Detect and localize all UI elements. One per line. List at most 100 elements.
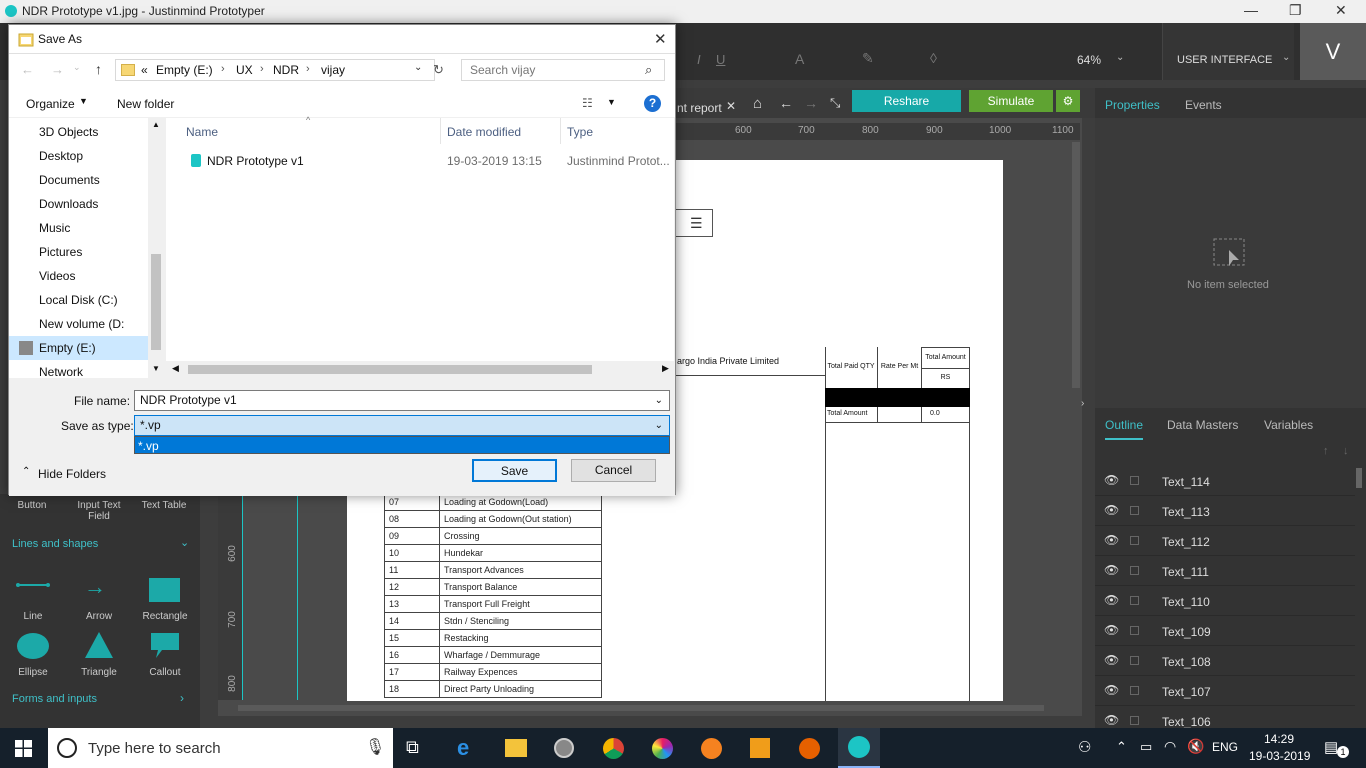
back-arrow-icon[interactable]: ← (21, 62, 34, 77)
close-app-icon[interactable]: ✕ (1335, 2, 1347, 19)
justinmind-taskbar-item[interactable] (838, 728, 880, 768)
avatar[interactable]: V (1300, 23, 1366, 80)
column-name[interactable]: Name (186, 125, 218, 139)
refresh-icon[interactable]: ↻ (433, 62, 444, 78)
address-dropdown-icon[interactable]: ⌄ (414, 62, 422, 73)
tree-item[interactable]: Local Disk (C:) (39, 288, 157, 312)
collapse-panel-icon[interactable]: › (1081, 398, 1084, 409)
breadcrumb-item[interactable]: vijay (321, 63, 345, 77)
italic-icon[interactable]: I (697, 52, 701, 67)
lock-checkbox[interactable] (1130, 626, 1139, 635)
widget-input-text-field[interactable]: Input Text Field (72, 500, 126, 522)
ellipse-shape-icon[interactable] (17, 633, 49, 659)
wifi-icon[interactable]: ◠ (1164, 738, 1176, 755)
simulate-button[interactable]: Simulate (969, 90, 1053, 112)
simulate-settings-gear-icon[interactable]: ⚙ (1056, 90, 1080, 112)
file-h-scrollbar[interactable]: ◀ ▶ (166, 361, 674, 378)
battery-icon[interactable]: ▭ (1140, 739, 1152, 755)
column-type[interactable]: Type (567, 125, 593, 139)
tree-item[interactable]: Music (39, 216, 157, 240)
microphone-icon[interactable]: 🎙 (365, 737, 385, 757)
save-button[interactable]: Save (472, 459, 557, 482)
scroll-left-icon[interactable]: ◀ (172, 363, 179, 374)
eye-icon[interactable]: 👁 (1104, 503, 1119, 517)
tree-item[interactable]: 3D Objects (39, 120, 157, 144)
help-icon[interactable]: ? (644, 95, 661, 112)
outline-item[interactable]: 👁 Text_108 (1095, 646, 1355, 676)
lock-checkbox[interactable] (1130, 476, 1139, 485)
breadcrumb-item[interactable]: Empty (E:) (156, 63, 213, 77)
fill-icon[interactable]: ◊ (930, 50, 937, 66)
move-up-icon[interactable]: ↑ (1323, 445, 1329, 457)
tree-item[interactable]: Empty (E:) (9, 336, 157, 360)
widget-button[interactable]: Button (10, 500, 54, 511)
column-date-modified[interactable]: Date modified (447, 125, 521, 139)
eye-icon[interactable]: 👁 (1104, 593, 1119, 607)
task-view-icon[interactable]: ⧉ (406, 737, 419, 758)
section-forms-inputs[interactable]: Forms and inputs › (0, 690, 200, 710)
lock-checkbox[interactable] (1130, 506, 1139, 515)
reshare-button[interactable]: Reshare (852, 90, 961, 112)
outline-item[interactable]: 👁 Text_112 (1095, 526, 1355, 556)
scroll-right-icon[interactable]: ▶ (662, 363, 669, 374)
tray-expand-icon[interactable]: ⌃ (1116, 739, 1127, 755)
chrome-icon[interactable] (603, 738, 624, 759)
tree-item[interactable]: Pictures (39, 240, 157, 264)
section-lines-shapes[interactable]: Lines and shapes ⌄ (0, 534, 200, 554)
tree-item[interactable]: New volume (D: (39, 312, 157, 336)
move-down-icon[interactable]: ↓ (1343, 445, 1349, 457)
search-input[interactable]: Search vijay ⌕ (461, 59, 665, 81)
up-arrow-icon[interactable]: ↑ (95, 61, 102, 77)
perspective-selector[interactable]: USER INTERFACE ⌄ (1162, 23, 1294, 80)
tab-events[interactable]: Events (1185, 98, 1222, 112)
breadcrumb-overflow[interactable]: « (141, 63, 148, 77)
lock-checkbox[interactable] (1130, 656, 1139, 665)
scroll-thumb[interactable] (151, 254, 161, 350)
file-name-field[interactable]: NDR Prototype v1 ⌄ (134, 390, 670, 411)
breadcrumb-item[interactable]: NDR (273, 63, 299, 77)
widget-text-table[interactable]: Text Table (140, 500, 188, 511)
save-as-type-select[interactable]: *.vp ⌄ (134, 415, 670, 436)
view-options-icon[interactable]: ☷ (582, 96, 593, 110)
outline-item[interactable]: 👁 Text_114 (1095, 466, 1355, 496)
language-indicator[interactable]: ENG (1212, 740, 1238, 754)
firefox-icon[interactable] (799, 738, 820, 759)
volume-icon[interactable]: 🔇 (1187, 738, 1204, 755)
outline-item[interactable]: 👁 Text_111 (1095, 556, 1355, 586)
font-color-icon[interactable]: A (795, 51, 804, 67)
scroll-thumb[interactable] (188, 365, 592, 374)
file-row[interactable]: NDR Prototype v1 19-03-2019 13:15 Justin… (186, 150, 674, 172)
tree-item[interactable]: Desktop (39, 144, 157, 168)
lock-checkbox[interactable] (1130, 686, 1139, 695)
file-explorer-icon[interactable] (505, 739, 527, 757)
canvas-h-scrollbar[interactable] (238, 705, 1044, 711)
eye-icon[interactable]: 👁 (1104, 563, 1119, 577)
zoom-level[interactable]: 64% (1077, 53, 1101, 67)
clock-time[interactable]: 14:29 (1264, 732, 1294, 746)
outline-item[interactable]: 👁 Text_109 (1095, 616, 1355, 646)
back-arrow-icon[interactable]: ← (779, 95, 793, 111)
action-center-icon[interactable]: ▤ (1324, 738, 1338, 756)
home-icon[interactable]: ⌂ (753, 95, 762, 112)
eye-icon[interactable]: 👁 (1104, 533, 1119, 547)
lock-checkbox[interactable] (1130, 566, 1139, 575)
color-app-icon[interactable] (652, 738, 673, 759)
browser-icon[interactable] (701, 738, 722, 759)
chevron-up-icon[interactable]: ⌃ (22, 466, 30, 477)
canvas-scrollbar[interactable] (1072, 142, 1080, 388)
breadcrumb-item[interactable]: UX (236, 63, 253, 77)
rectangle-shape-icon[interactable] (149, 578, 180, 602)
line-shape-icon[interactable] (16, 580, 50, 590)
taskbar-search[interactable]: Type here to search 🎙 (48, 728, 393, 768)
forward-arrow-icon[interactable]: → (804, 95, 818, 111)
tab-data-masters[interactable]: Data Masters (1167, 418, 1238, 432)
pen-icon[interactable]: ✎ (862, 50, 874, 67)
triangle-shape-icon[interactable] (84, 631, 114, 659)
eye-icon[interactable]: 👁 (1104, 473, 1119, 487)
underline-icon[interactable]: U (716, 52, 725, 67)
outline-item[interactable]: 👁 Text_106 (1095, 706, 1355, 728)
tree-item[interactable]: Videos (39, 264, 157, 288)
lock-checkbox[interactable] (1130, 596, 1139, 605)
organize-button[interactable]: Organize (26, 97, 75, 111)
tab-outline[interactable]: Outline (1105, 418, 1144, 440)
